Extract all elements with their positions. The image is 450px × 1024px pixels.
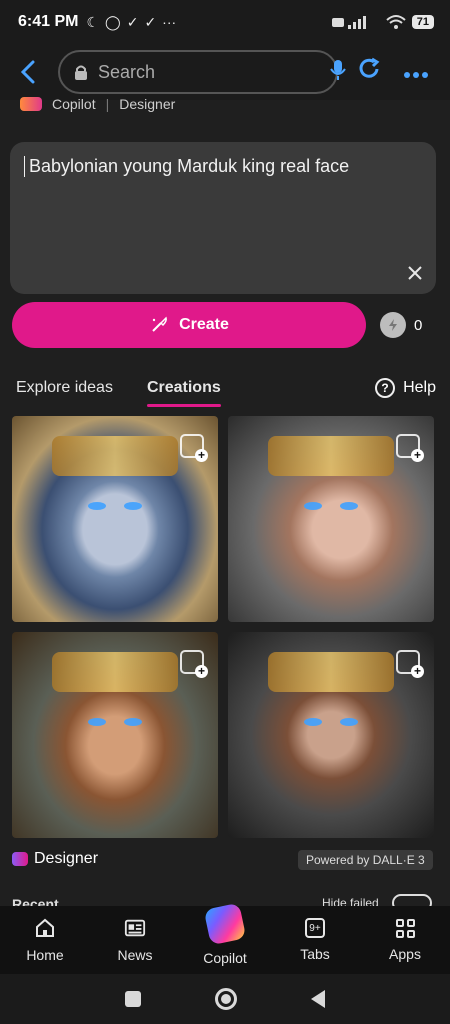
boost-counter[interactable]: 0	[380, 312, 422, 338]
home-icon	[34, 917, 56, 939]
image-eye-shape	[340, 718, 358, 726]
status-time: 6:41 PM	[18, 13, 79, 30]
chevron-left-icon	[20, 60, 35, 84]
generated-image-1[interactable]	[12, 416, 218, 622]
nav-apps-label: Apps	[389, 945, 421, 962]
back-system-icon[interactable]	[311, 990, 325, 1008]
powered-by-badge: Powered by DALL·E 3	[298, 850, 433, 870]
more-notifications-icon: ···	[162, 14, 177, 30]
boost-count: 0	[414, 316, 423, 334]
generated-image-4[interactable]	[228, 632, 434, 838]
whatsapp-icon: ◯	[105, 13, 121, 30]
image-eye-shape	[124, 718, 142, 726]
nav-apps[interactable]: Apps	[365, 918, 445, 962]
status-icons-right: 71	[331, 14, 434, 30]
browser-toolbar	[0, 44, 450, 100]
add-to-collection-icon[interactable]	[180, 650, 208, 678]
help-icon: ?	[375, 378, 396, 398]
refresh-icon	[359, 57, 380, 78]
browser-menu-button[interactable]	[404, 59, 428, 85]
magic-brush-icon	[152, 316, 168, 332]
refresh-button[interactable]	[356, 56, 382, 89]
checkmark-icon: ✓	[126, 13, 139, 30]
image-eye-shape	[304, 502, 322, 510]
designer-text: Designer	[34, 850, 99, 867]
checkmark-icon: ✓	[144, 13, 157, 30]
news-icon	[124, 917, 146, 939]
app-name: Copilot	[52, 96, 96, 112]
page-header: Copilot | Designer	[20, 96, 175, 112]
nav-news-label: News	[117, 947, 153, 963]
boost-icon	[380, 312, 406, 338]
system-navigation-bar	[0, 974, 450, 1024]
image-crown-shape	[52, 652, 178, 692]
image-eye-shape	[88, 718, 106, 726]
tab-explore-ideas[interactable]: Explore ideas	[16, 379, 113, 397]
designer-logo-icon	[12, 852, 28, 866]
search-input[interactable]	[98, 61, 330, 83]
add-to-collection-icon[interactable]	[180, 434, 208, 462]
header-divider: |	[105, 96, 110, 112]
address-bar[interactable]	[58, 50, 346, 94]
image-eye-shape	[124, 502, 142, 510]
creations-grid	[12, 416, 434, 838]
create-button[interactable]: Create	[12, 302, 366, 348]
wifi-icon	[386, 15, 406, 29]
clear-prompt-button[interactable]	[404, 262, 426, 284]
image-crown-shape	[268, 436, 394, 476]
help-button[interactable]: ? Help	[375, 378, 436, 398]
prompt-text[interactable]: Babylonian young Marduk king real face	[24, 156, 422, 177]
close-icon	[408, 266, 422, 280]
nav-copilot[interactable]: Copilot	[185, 902, 265, 966]
copilot-icon	[203, 902, 247, 946]
nav-copilot-label: Copilot	[203, 950, 247, 966]
more-options-icon	[404, 72, 428, 78]
battery-icon: 71	[411, 15, 434, 29]
create-button-label: Create	[179, 316, 229, 333]
image-eye-shape	[304, 718, 322, 726]
recent-apps-icon[interactable]	[125, 991, 141, 1007]
moon-icon: ☾	[86, 13, 100, 30]
nav-tabs-label: Tabs	[300, 946, 330, 962]
nav-home[interactable]: Home	[5, 917, 85, 963]
copilot-logo-icon	[20, 97, 42, 111]
help-label: Help	[403, 379, 436, 396]
image-eye-shape	[88, 502, 106, 510]
bottom-nav: Home News Copilot 9+ Tabs Apps	[0, 902, 450, 974]
nav-home-label: Home	[26, 947, 64, 963]
nav-news[interactable]: News	[95, 917, 175, 963]
microphone-icon[interactable]	[330, 59, 346, 86]
image-crown-shape	[52, 436, 178, 476]
back-button[interactable]	[12, 52, 44, 92]
lock-icon	[74, 64, 88, 80]
image-crown-shape	[268, 652, 394, 692]
add-to-collection-icon[interactable]	[396, 650, 424, 678]
image-eye-shape	[340, 502, 358, 510]
home-system-icon[interactable]	[215, 988, 237, 1010]
tabs-count-icon: 9+	[305, 918, 325, 938]
tab-creations[interactable]: Creations	[146, 379, 221, 407]
nav-tabs[interactable]: 9+ Tabs	[275, 918, 355, 962]
designer-label: Designer	[12, 850, 98, 868]
apps-grid-icon	[395, 918, 415, 938]
status-bar: 6:41 PM ☾ ◯ ✓ ✓ ··· 71	[0, 0, 450, 44]
tab-bar: Explore ideas Creations ? Help	[16, 370, 436, 407]
add-to-collection-icon[interactable]	[396, 434, 424, 462]
status-icons-left: ☾ ◯ ✓ ✓ ···	[86, 14, 176, 31]
prompt-textarea[interactable]: Babylonian young Marduk king real face	[10, 142, 436, 294]
generated-image-3[interactable]	[12, 632, 218, 838]
section-name: Designer	[119, 96, 176, 112]
signal-icon	[331, 16, 366, 29]
generated-image-2[interactable]	[228, 416, 434, 622]
